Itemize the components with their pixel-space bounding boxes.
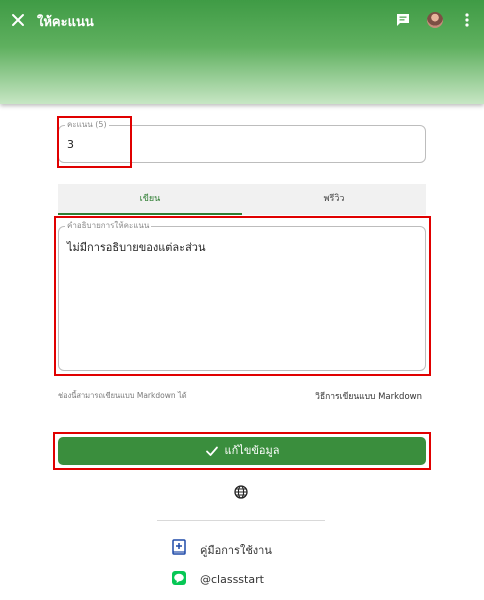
book-icon	[172, 539, 186, 555]
line-contact-link[interactable]: @classstart	[200, 573, 264, 586]
editor-tabs: เขียน พรีวิว	[58, 184, 426, 215]
globe-icon[interactable]	[234, 485, 248, 499]
description-highlight-box	[54, 216, 431, 376]
avatar[interactable]	[427, 12, 443, 28]
app-header: ให้คะแนน	[0, 0, 484, 104]
user-manual-link[interactable]: คู่มือการใช้งาน	[200, 541, 272, 559]
markdown-hint: ช่องนี้สามารถเขียนแบบ Markdown ได้	[58, 391, 187, 400]
close-icon[interactable]	[8, 10, 28, 30]
divider	[157, 520, 325, 521]
page: ให้คะแนน คะแนน (5) 3 เขียน พรีวิว คำอธิบ…	[0, 0, 484, 600]
tab-preview[interactable]: พรีวิว	[242, 184, 426, 215]
more-vert-icon[interactable]	[460, 12, 474, 28]
chat-icon[interactable]	[395, 12, 411, 28]
save-highlight-box	[53, 432, 431, 470]
line-icon	[172, 571, 186, 585]
tab-write[interactable]: เขียน	[58, 184, 242, 215]
active-tab-indicator	[58, 213, 242, 215]
score-highlight-box	[57, 116, 132, 168]
markdown-help-link[interactable]: วิธีการเขียนแบบ Markdown	[315, 389, 422, 403]
page-title: ให้คะแนน	[37, 15, 94, 30]
